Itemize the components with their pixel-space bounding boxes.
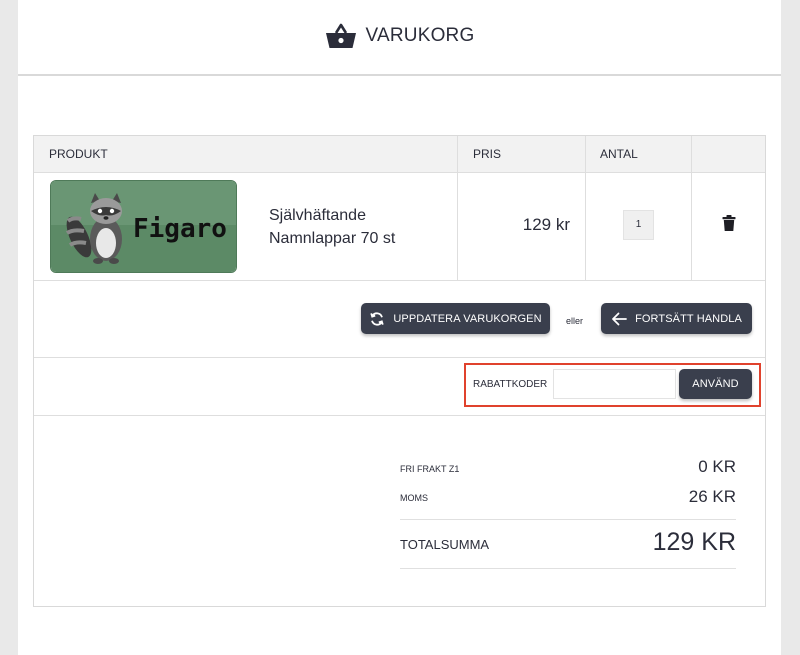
continue-shopping-label: FORTSÄTT HANDLA: [635, 312, 742, 325]
column-header-product: PRODUKT: [49, 147, 108, 161]
apply-discount-label: ANVÄND: [692, 378, 739, 390]
vat-label: MOMS: [400, 493, 428, 503]
total-value: 129 KR: [652, 528, 736, 556]
cart-page: VARUKORG PRODUKT PRIS ANTAL Figaro Själv…: [18, 0, 781, 655]
table-row: Figaro Självhäftande Namnlappar 70 st 12…: [34, 172, 765, 281]
update-cart-label: UPPDATERA VARUKORGEN: [393, 312, 542, 325]
total-label: TOTALSUMMA: [400, 537, 490, 552]
shipping-label: FRI FRAKT Z1: [400, 464, 460, 474]
product-name-line: Namnlappar 70 st: [269, 230, 396, 247]
trash-icon[interactable]: [722, 215, 736, 231]
discount-section: RABATTKODER ANVÄND: [34, 358, 765, 416]
discount-code-input[interactable]: [553, 369, 676, 399]
apply-discount-button[interactable]: ANVÄND: [679, 369, 752, 399]
cart-table: PRODUKT PRIS ANTAL Figaro Självhäftande …: [33, 135, 766, 607]
basket-icon: [325, 23, 356, 48]
cart-actions: UPPDATERA VARUKORGEN eller FORTSÄTT HAND…: [34, 281, 765, 358]
product-price: 129 kr: [522, 215, 570, 234]
column-header-price: PRIS: [473, 147, 502, 161]
summary-divider: [400, 568, 736, 569]
product-image-text: Figaro: [133, 214, 227, 244]
page-header: VARUKORG: [18, 0, 781, 76]
continue-shopping-button[interactable]: FORTSÄTT HANDLA: [601, 303, 752, 334]
shipping-value: 0 KR: [698, 457, 736, 476]
order-summary: FRI FRAKT Z1 0 KR MOMS 26 KR TOTALSUMMA …: [34, 416, 765, 606]
or-text: eller: [566, 316, 584, 326]
column-header-quantity: ANTAL: [600, 147, 638, 161]
product-name[interactable]: Självhäftande Namnlappar 70 st: [269, 204, 449, 250]
product-image[interactable]: Figaro: [50, 180, 237, 273]
quantity-input[interactable]: 1: [623, 210, 654, 240]
discount-label: RABATTKODER: [473, 379, 548, 390]
summary-divider: [400, 519, 736, 520]
page-title: VARUKORG: [365, 25, 475, 46]
header-title-group: VARUKORG: [18, 16, 781, 56]
table-header: PRODUKT PRIS ANTAL: [34, 136, 765, 173]
product-name-line: Självhäftande: [269, 207, 366, 224]
vat-value: 26 KR: [688, 487, 736, 506]
arrow-left-icon: [612, 312, 627, 325]
refresh-icon: [370, 311, 385, 326]
update-cart-button[interactable]: UPPDATERA VARUKORGEN: [361, 303, 550, 334]
